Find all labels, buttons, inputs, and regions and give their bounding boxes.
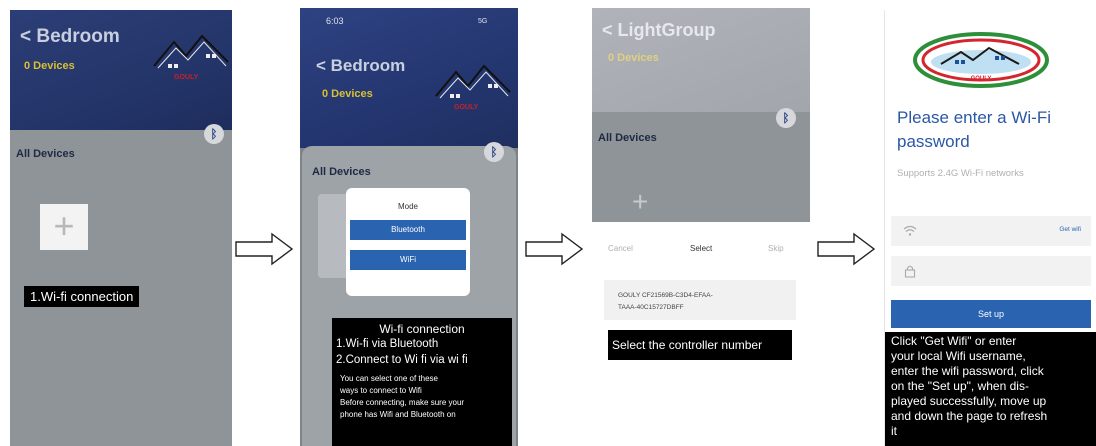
panel-wifi-connection: < Bedroom 0 Devices GOULY ᛒ All Devices … [10,10,232,446]
wifi-option-button[interactable]: WiFi [350,250,466,270]
wifi-password-field[interactable] [891,256,1091,286]
modal-title: Mode [397,202,418,211]
wifi-icon [903,225,917,236]
brand-text: GOULY [174,74,199,81]
panel-select-controller: < LightGroup 0 Devices ᛒ All Devices + C… [592,8,810,446]
back-title[interactable]: < Bedroom [316,56,405,76]
device-count: 0 Devices [608,52,659,64]
instruction-line: and down the page to refresh [891,409,1048,423]
step-label: Select the controller number [608,330,792,360]
info-line: 1.Wi-fi via Bluetooth [336,338,439,350]
house-logo-icon [435,64,511,99]
instruction-line: your local Wifi username, [891,349,1026,363]
arrow-right-icon [525,232,584,266]
house-logo-icon [153,34,229,69]
bluetooth-icon[interactable]: ᛒ [776,108,796,128]
setup-button[interactable]: Set up [891,300,1091,328]
info-title: Wi-fi connection [379,322,465,336]
lock-icon [904,265,916,278]
cancel-button[interactable]: Cancel [608,244,633,253]
device-count: 0 Devices [322,88,373,100]
bluetooth-icon[interactable]: ᛒ [484,142,504,162]
info-small-line: You can select one of these [340,374,438,383]
page-title: Please enter a Wi-Fi password [897,106,1051,154]
bluetooth-icon[interactable]: ᛒ [204,124,224,144]
panel-wifi-password: GOULY Please enter a Wi-Fi password Supp… [884,10,1096,446]
step-label: 1.Wi-fi connection [24,286,140,307]
info-line: 2.Connect to Wi fi via wi fi [336,354,468,366]
network-hint: Supports 2.4G Wi-Fi networks [897,168,1024,179]
title-line: password [897,132,970,151]
instruction-line: enter the wifi password, click [891,364,1044,378]
svg-text:GOULY: GOULY [971,76,992,82]
instructions-label: Click "Get Wifi" or enter your local Wif… [885,332,1096,446]
info-small-line: ways to connect to Wifi [340,386,422,395]
sheet-title: Select [690,244,713,253]
panel-mode-select: 6:03 5G < Bedroom 0 Devices GOULY ᛒ All … [300,8,518,446]
skip-button[interactable]: Skip [768,244,784,253]
info-label: Wi-fi connection 1.Wi-fi via Bluetooth 2… [332,318,512,446]
status-time: 6:03 [326,16,344,26]
list-item-line: TAAA-40C15727DBFF [618,304,684,311]
brand-text: GOULY [454,104,479,111]
instruction-line: it [891,424,897,438]
mode-modal: Mode Bluetooth WiFi [346,188,470,296]
title-line: Please enter a Wi-Fi [897,108,1051,127]
section-title: All Devices [312,166,371,178]
controller-list-item[interactable]: GOULY CF21569B-C3D4-EFAA- TAAA-40C15727D… [604,280,796,320]
section-title: All Devices [16,148,75,160]
get-wifi-button[interactable]: Get wifi [1059,226,1081,233]
brand-logo: GOULY [913,32,1049,88]
list-item-line: GOULY CF21569B-C3D4-EFAA- [618,292,713,299]
wifi-name-field[interactable]: Get wifi [891,216,1091,246]
instruction-line: Click "Get Wifi" or enter [891,334,1017,348]
back-title[interactable]: < Bedroom [20,26,120,48]
add-device-button[interactable]: + [40,204,88,250]
info-small-line: phone has Wifi and Bluetooth on [340,410,456,419]
section-title: All Devices [598,132,657,144]
back-title[interactable]: < LightGroup [602,20,715,41]
device-count: 0 Devices [24,60,75,72]
arrow-right-icon [235,232,294,266]
status-signal: 5G [478,18,488,25]
plus-icon[interactable]: + [632,186,648,218]
bluetooth-option-button[interactable]: Bluetooth [350,220,466,240]
instruction-line: on the "Set up", when dis- [891,379,1029,393]
arrow-right-icon [817,232,876,266]
info-small-line: Before connecting, make sure your [340,398,465,407]
instruction-line: played successfully, move up [891,394,1047,408]
plus-icon: + [53,205,75,246]
